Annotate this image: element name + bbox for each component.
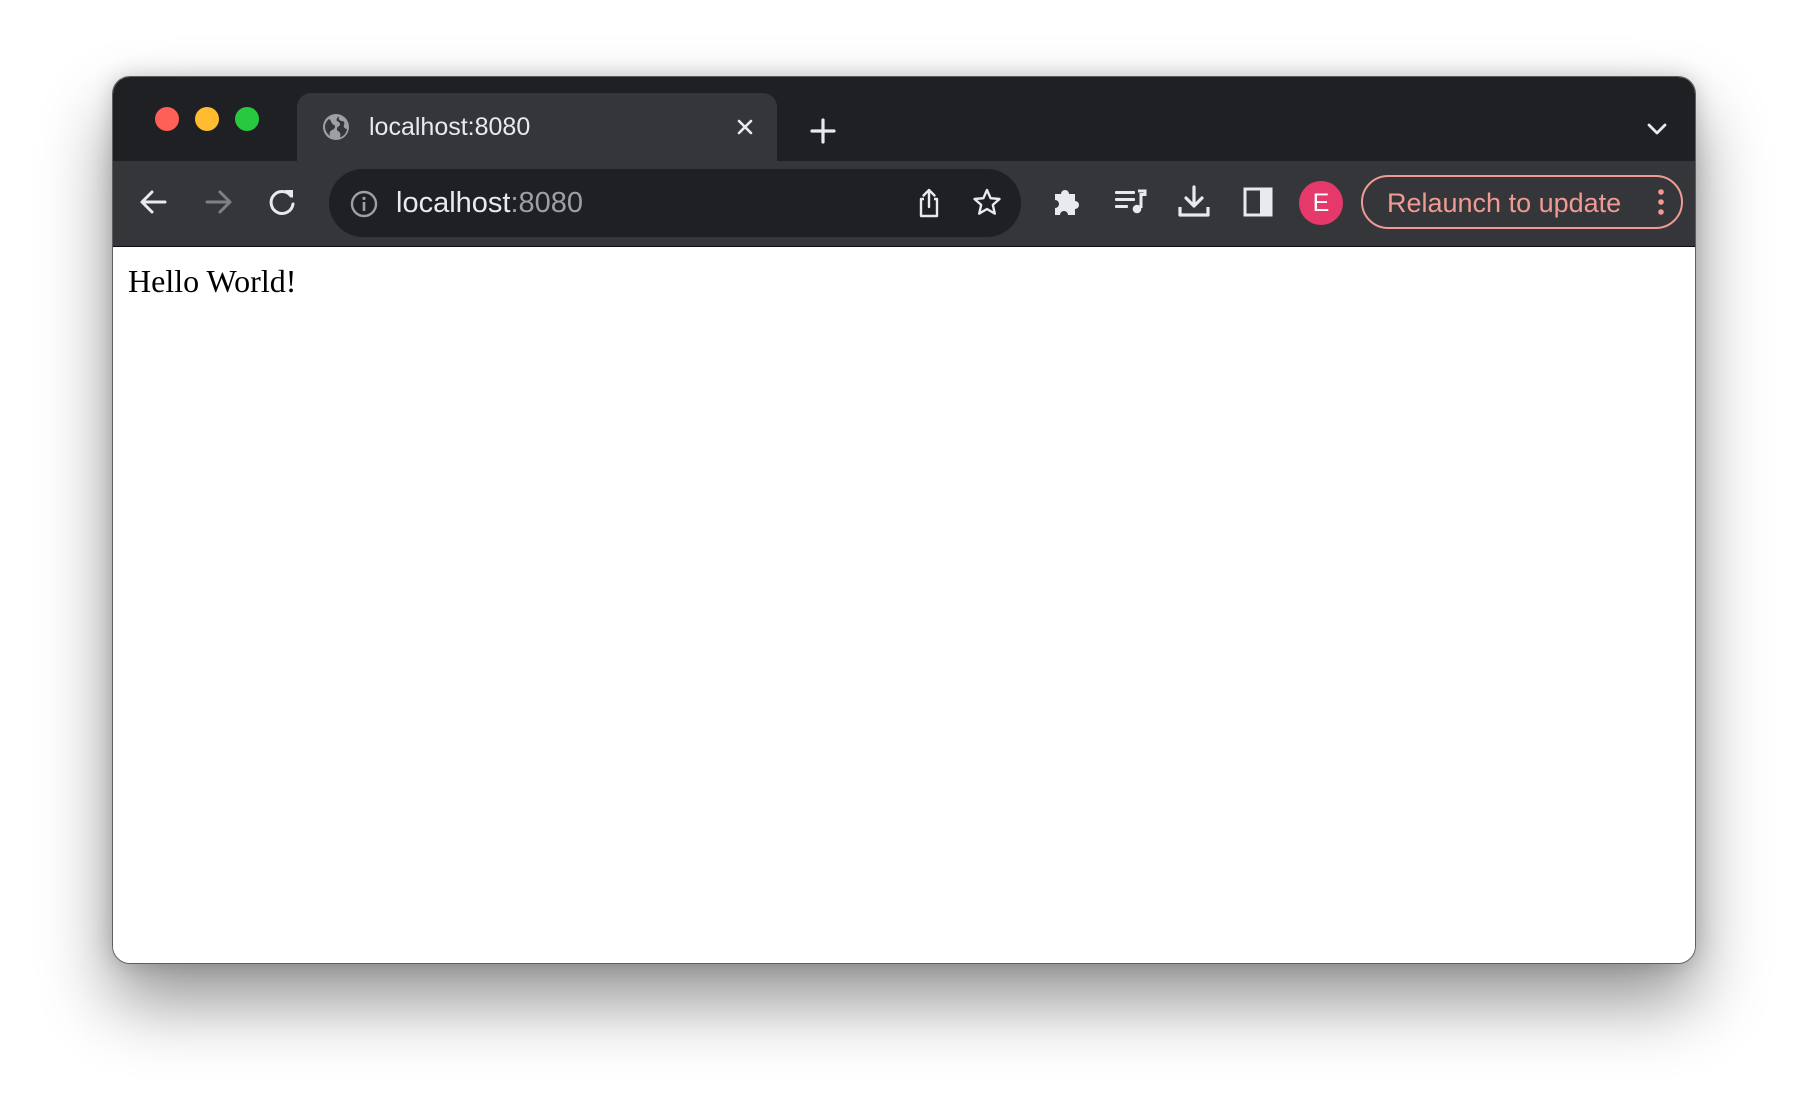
- url-port: :8080: [510, 187, 584, 219]
- avatar[interactable]: E: [1299, 181, 1343, 225]
- arrow-right-icon[interactable]: [195, 179, 241, 225]
- side-panel-icon[interactable]: [1235, 179, 1281, 225]
- toolbar: localhost:8080 E Relaunch to update: [113, 161, 1695, 247]
- queue-music-icon[interactable]: [1107, 179, 1153, 225]
- zoom-window-button[interactable]: [235, 107, 259, 131]
- tab-strip: localhost:8080: [113, 77, 1695, 161]
- url-text[interactable]: localhost:8080: [396, 185, 583, 221]
- share-icon[interactable]: [911, 185, 947, 221]
- minimize-window-button[interactable]: [195, 107, 219, 131]
- download-icon[interactable]: [1171, 179, 1217, 225]
- star-icon[interactable]: [969, 185, 1005, 221]
- arrow-left-icon[interactable]: [131, 179, 177, 225]
- tab-title: localhost:8080: [369, 113, 531, 141]
- chevron-down-icon[interactable]: [1641, 113, 1673, 145]
- relaunch-to-update-button[interactable]: Relaunch to update: [1361, 175, 1683, 229]
- browser-window: localhost:8080 localhost:8080 E Relaunch…: [112, 76, 1696, 964]
- url-host: localhost: [396, 187, 511, 219]
- info-icon[interactable]: [349, 189, 379, 219]
- puzzle-icon[interactable]: [1043, 179, 1089, 225]
- reload-icon[interactable]: [259, 179, 305, 225]
- relaunch-label: Relaunch to update: [1387, 188, 1622, 218]
- page-content: Hello World!: [113, 247, 1695, 963]
- close-window-button[interactable]: [155, 107, 179, 131]
- kebab-menu-icon[interactable]: [1655, 187, 1667, 217]
- globe-icon: [321, 112, 351, 142]
- plus-icon[interactable]: [803, 111, 843, 151]
- page-body-text: Hello World!: [128, 263, 297, 299]
- close-icon[interactable]: [731, 113, 759, 141]
- address-bar[interactable]: localhost:8080: [329, 169, 1021, 237]
- tab-active[interactable]: localhost:8080: [297, 93, 777, 161]
